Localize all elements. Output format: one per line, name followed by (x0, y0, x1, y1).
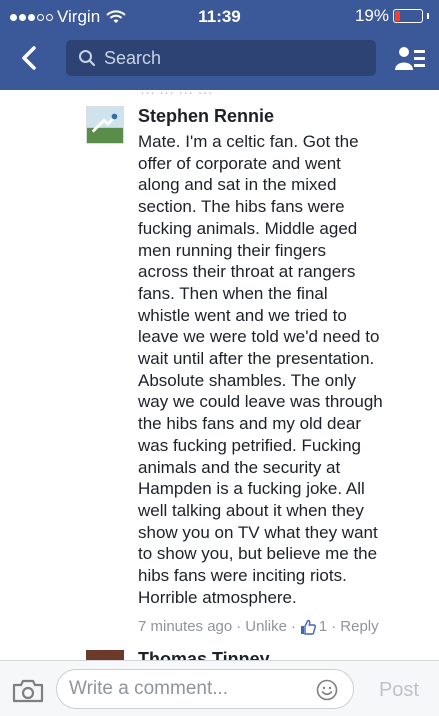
battery: 19% (355, 6, 429, 26)
comment-line: along and sat in the mixed (138, 175, 337, 195)
search-placeholder: Search (104, 47, 162, 68)
thumbs-up-icon (300, 619, 316, 635)
comment-input[interactable]: Write a comment... (56, 669, 354, 709)
comment-line: men running their fingers (138, 240, 327, 260)
comment-line: Hampden is a fucking joke. All (138, 479, 365, 499)
comment-line: way we could leave was through (138, 392, 383, 412)
like-count: 1 (318, 618, 328, 635)
comment-line: the hibs fans and my old dear (138, 414, 362, 434)
comment-placeholder: Write a comment... (69, 678, 229, 699)
comment-line: well talking about it when they (138, 500, 364, 520)
comment-line: was fucking petrified. Fucking (138, 435, 361, 455)
comment-timestamp: 7 minutes ago (138, 618, 233, 635)
camera-icon[interactable] (12, 679, 44, 703)
comment-line: hibs fans were inciting riots. (138, 566, 347, 586)
comment-line: Horrible atmosphere. (138, 587, 297, 607)
comment-line: leave we were told we'd need to (138, 327, 380, 347)
search-icon (79, 50, 96, 67)
unlike-link[interactable]: Unlike (245, 618, 287, 635)
top-bar: Virgin 11:39 19% Search (0, 0, 439, 90)
next-comment-avatar[interactable] (86, 650, 124, 660)
comment-line: Absolute shambles. The only (138, 370, 356, 390)
avatar[interactable] (86, 106, 124, 144)
comment-line: fans. Then when the final (138, 283, 328, 303)
comment-line: whistle went and we tried to (138, 305, 347, 325)
battery-percent: 19% (354, 6, 389, 25)
previous-comment-meta-cut: ··· ··· ··· ··· (140, 90, 213, 101)
back-arrow-icon[interactable] (16, 44, 44, 72)
comment-line: show you on TV what they want (138, 522, 378, 542)
comment-line: across their throat at rangers (138, 262, 356, 282)
comment-list: ··· ··· ··· ··· Stephen Rennie Mate. I'm… (0, 90, 439, 660)
comment-text: Mate. I'm a celtic fan. Got the offer of… (138, 131, 428, 608)
reply-link[interactable]: Reply (340, 618, 378, 635)
comment-line: offer of corporate and went (138, 153, 341, 173)
comment-line: animals and the security at (138, 457, 341, 477)
status-bar: Virgin 11:39 19% (0, 0, 439, 32)
comment-line: fucking animals. Middle aged (138, 218, 358, 238)
friend-requests-icon[interactable] (395, 46, 425, 72)
smiley-icon[interactable] (316, 679, 338, 701)
comment-line: section. The hibs fans were (138, 197, 345, 217)
nav-bar: Search (0, 34, 439, 82)
comment-line: Mate. I'm a celtic fan. Got the (138, 132, 359, 151)
comment-composer: Write a comment... Post (0, 660, 439, 716)
post-button[interactable]: Post (379, 679, 419, 702)
search-input[interactable]: Search (66, 40, 376, 76)
comment-line: wait until after the presentation. (138, 349, 375, 369)
battery-icon (393, 9, 423, 23)
comment-meta: 7 minutes ago · Unlike · 1 · Reply (138, 618, 379, 635)
comment-author[interactable]: Stephen Rennie (138, 106, 274, 127)
comment-line: to show you, but believe me the (138, 544, 378, 564)
next-comment-author[interactable]: Thomas Tinney (138, 650, 270, 660)
